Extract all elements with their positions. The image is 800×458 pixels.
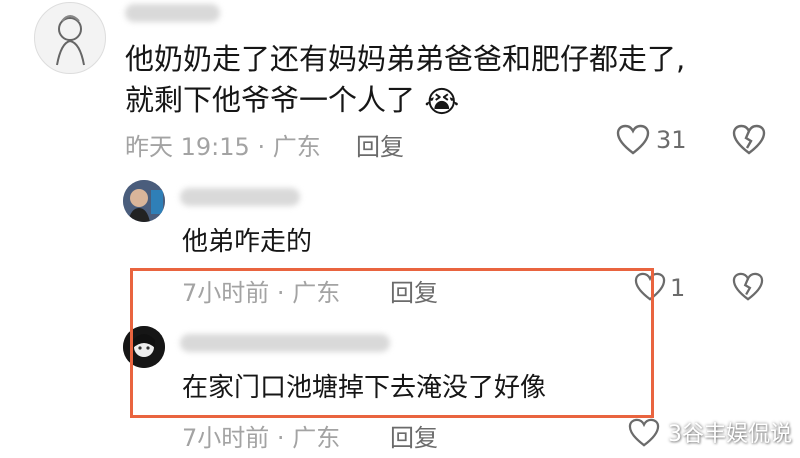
like-heart-icon[interactable]	[628, 418, 660, 448]
reply-time: 7小时前	[182, 424, 270, 452]
sketch-figure-icon	[56, 15, 85, 66]
comment-text-line-1: 他奶奶走了还有妈妈弟弟爸爸和肥仔都走了,	[125, 42, 686, 76]
meta-separator: ·	[276, 424, 285, 452]
reply-text: 他弟咋走的	[182, 227, 313, 257]
meta-separator: ·	[257, 133, 266, 161]
reply-meta: 7小时前 · 广东	[182, 418, 340, 453]
comment-text-line-2: 就剩下他爷爷一个人了 😭	[125, 79, 459, 124]
comment-text-line-2-text: 就剩下他爷爷一个人了	[125, 83, 416, 117]
like-count: 1	[670, 274, 686, 302]
dislike-broken-heart-icon[interactable]	[732, 272, 764, 302]
reply-username-blurred[interactable]	[180, 188, 300, 206]
avatar[interactable]	[34, 2, 106, 74]
reply-avatar[interactable]	[123, 180, 165, 222]
reply-button[interactable]: 回复	[356, 127, 404, 162]
crying-emoji-icon: 😭	[424, 85, 460, 120]
highlight-box	[130, 268, 654, 418]
reply-location: 广东	[292, 424, 341, 452]
comment-time: 昨天 19:15	[125, 133, 250, 161]
username-blurred[interactable]	[125, 4, 220, 22]
watermark: 3谷丰娱侃说	[668, 422, 792, 447]
comment-location: 广东	[272, 133, 321, 161]
person-photo-icon	[123, 180, 165, 222]
comment-meta: 昨天 19:15 · 广东	[125, 127, 321, 162]
dislike-broken-heart-icon[interactable]	[732, 124, 766, 156]
like-count: 31	[656, 126, 687, 154]
reply-button[interactable]: 回复	[390, 418, 438, 453]
like-heart-icon[interactable]	[616, 124, 650, 156]
